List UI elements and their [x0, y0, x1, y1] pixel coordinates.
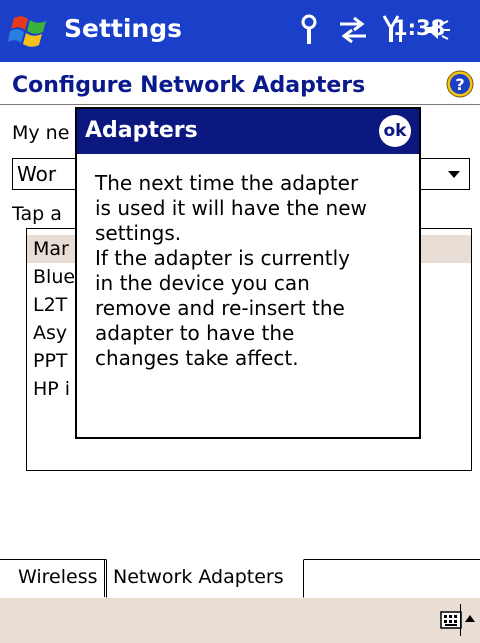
dropdown-value: Wor: [17, 162, 57, 186]
help-icon[interactable]: ?: [445, 69, 475, 99]
dialog-title-bar: Adapters ok: [77, 109, 419, 154]
tab-strip: Wireless Network Adapters: [0, 559, 480, 598]
sync-arrows-icon[interactable]: [338, 16, 368, 44]
page-title: Configure Network Adapters: [12, 73, 366, 98]
clock[interactable]: 1:38: [393, 16, 445, 40]
input-menu-arrow-icon[interactable]: [463, 612, 477, 624]
menu-bar: [0, 598, 480, 643]
tap-label: Tap a: [12, 203, 62, 225]
adapters-dialog: Adapters ok The next time the adapter is…: [75, 107, 421, 439]
dialog-message: The next time the adapter is used it wil…: [95, 171, 367, 370]
dialog-title: Adapters: [85, 118, 198, 143]
title-bar: Settings 1:38: [0, 0, 480, 62]
network-label: My ne: [12, 122, 70, 144]
keyboard-icon[interactable]: [440, 608, 462, 632]
chevron-down-icon[interactable]: [439, 159, 469, 189]
antenna-icon[interactable]: [300, 14, 318, 46]
start-flag-icon[interactable]: [8, 10, 52, 52]
svg-text:?: ?: [455, 75, 464, 94]
header-divider: [0, 104, 480, 105]
tab-wireless[interactable]: Wireless: [12, 560, 105, 597]
input-separator: [460, 604, 461, 636]
tab-network-adapters[interactable]: Network Adapters: [106, 559, 304, 598]
ok-button[interactable]: ok: [379, 115, 411, 147]
app-title: Settings: [64, 14, 183, 43]
